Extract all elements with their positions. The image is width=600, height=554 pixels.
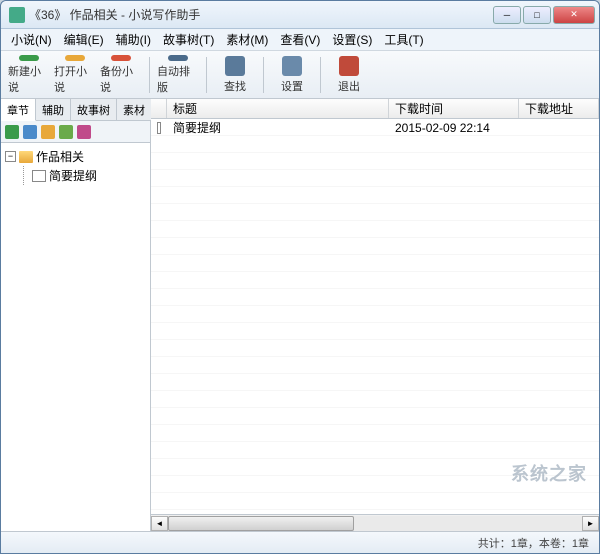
auto-typeset-label: 自动排版 [157,63,199,95]
list-row[interactable]: 简要提纲 2015-02-09 22:14 [151,119,599,136]
new-novel-button[interactable]: 新建小说 [7,54,51,96]
toolbar-separator [320,57,321,93]
menu-novel[interactable]: 小说(N) [5,29,58,50]
folder-icon [19,151,33,163]
settings-button[interactable]: 设置 [270,54,314,96]
window-controls: ─ □ ✕ [493,6,595,24]
menu-settings[interactable]: 设置(S) [326,29,378,50]
toolbar-separator [149,57,150,93]
add-folder-icon[interactable] [5,125,19,139]
col-title[interactable]: 标题 [167,99,389,118]
scroll-right-button[interactable]: ► [582,516,599,531]
menu-material[interactable]: 素材(M) [220,29,274,50]
exit-button[interactable]: 退出 [327,54,371,96]
menu-storytree[interactable]: 故事树(T) [157,29,220,50]
settings-icon [282,56,302,76]
prop-icon[interactable] [77,125,91,139]
horizontal-scrollbar[interactable]: ◄ ► [151,514,599,531]
collapse-icon[interactable]: − [5,151,16,162]
open-icon [65,55,85,61]
col-icon[interactable] [151,99,167,118]
body-area: 章节 辅助 故事树 素材 − 作品相关 [1,99,599,531]
main-panel: 标题 下载时间 下载地址 简要提纲 2015-02-09 22:14 系统之家 … [151,99,599,531]
close-button[interactable]: ✕ [553,6,595,24]
scroll-left-button[interactable]: ◄ [151,516,168,531]
scroll-track[interactable] [168,516,582,531]
toolbar-separator [206,57,207,93]
backup-novel-button[interactable]: 备份小说 [99,54,143,96]
auto-typeset-button[interactable]: 自动排版 [156,54,200,96]
tree-root-label: 作品相关 [36,148,84,165]
exit-label: 退出 [338,78,360,94]
refresh-icon[interactable] [41,125,55,139]
open-novel-label: 打开小说 [54,63,96,95]
sidebar: 章节 辅助 故事树 素材 − 作品相关 [1,99,151,531]
chapter-tree: − 作品相关 简要提纲 [1,143,150,531]
search-label: 查找 [224,78,246,94]
menubar: 小说(N) 编辑(E) 辅助(I) 故事树(T) 素材(M) 查看(V) 设置(… [1,29,599,51]
col-time[interactable]: 下载时间 [389,99,519,118]
col-url[interactable]: 下载地址 [519,99,599,118]
tree-children: 简要提纲 [23,166,146,185]
tab-assist[interactable]: 辅助 [36,99,71,120]
document-icon [32,170,46,182]
tab-storytree[interactable]: 故事树 [71,99,117,120]
window-title: 《36》 作品相关 - 小说写作助手 [29,6,493,23]
app-window: 《36》 作品相关 - 小说写作助手 ─ □ ✕ 小说(N) 编辑(E) 辅助(… [0,0,600,554]
scroll-thumb[interactable] [168,516,354,531]
toolbar-separator [263,57,264,93]
statusbar: 共计：1章，本卷：1章 [1,531,599,553]
app-icon [9,7,25,23]
toolbar: 新建小说 打开小说 备份小说 自动排版 查找 设置 退出 [1,51,599,99]
watermark: 系统之家 [511,460,587,486]
search-button[interactable]: 查找 [213,54,257,96]
sidebar-tabs: 章节 辅助 故事树 素材 [1,99,150,121]
delete-icon[interactable] [59,125,73,139]
tree-child-node[interactable]: 简要提纲 [32,166,146,185]
list-body[interactable]: 简要提纲 2015-02-09 22:14 系统之家 [151,119,599,514]
add-doc-icon[interactable] [23,125,37,139]
row-time-cell: 2015-02-09 22:14 [389,121,519,135]
maximize-button[interactable]: □ [523,6,551,24]
new-novel-label: 新建小说 [8,63,50,95]
menu-edit[interactable]: 编辑(E) [58,29,110,50]
search-icon [225,56,245,76]
titlebar[interactable]: 《36》 作品相关 - 小说写作助手 ─ □ ✕ [1,1,599,29]
exit-icon [339,56,359,76]
tab-chapter[interactable]: 章节 [1,99,36,121]
open-novel-button[interactable]: 打开小说 [53,54,97,96]
new-icon [19,55,39,61]
typeset-icon [168,55,188,61]
tree-child-label: 简要提纲 [49,167,97,184]
menu-tools[interactable]: 工具(T) [378,29,429,50]
document-icon [157,122,161,134]
settings-label: 设置 [281,78,303,94]
row-icon-cell [151,122,167,134]
tab-material[interactable]: 素材 [117,99,152,120]
backup-icon [111,55,131,61]
status-text: 共计：1章，本卷：1章 [478,535,589,551]
backup-novel-label: 备份小说 [100,63,142,95]
tree-root-node[interactable]: − 作品相关 [5,147,146,166]
list-header: 标题 下载时间 下载地址 [151,99,599,119]
menu-view[interactable]: 查看(V) [274,29,326,50]
minimize-button[interactable]: ─ [493,6,521,24]
row-title-cell: 简要提纲 [167,119,389,136]
menu-assist[interactable]: 辅助(I) [110,29,157,50]
sidebar-toolbar [1,121,150,143]
